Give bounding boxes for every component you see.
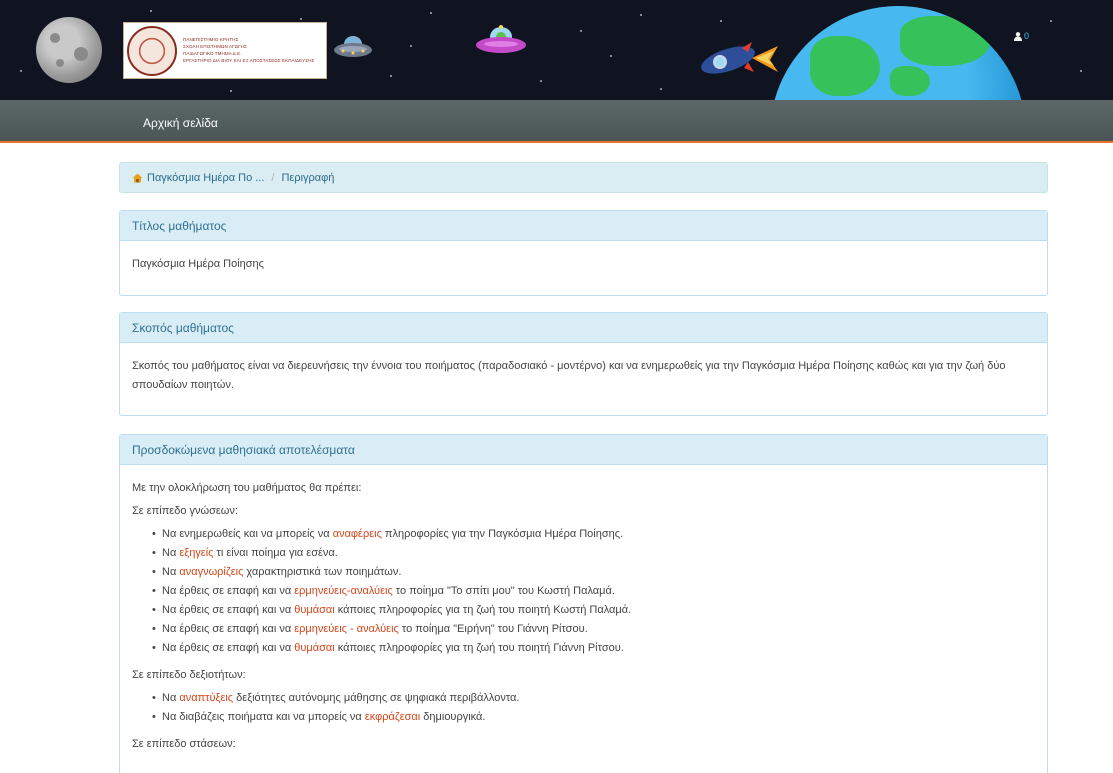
star — [660, 88, 662, 90]
highlighted-verb: ερμηνεύεις-αναλύεις — [294, 585, 393, 597]
panel-body: Παγκόσμια Ημέρα Ποίησης — [120, 241, 1047, 290]
star — [1050, 20, 1052, 22]
list-item-text: Να έρθεις σε επαφή και να — [162, 585, 295, 597]
breadcrumb: Παγκόσμια Ημέρα Πο ... / Περιγραφή — [119, 162, 1048, 193]
list-item: Να αναγνωρίζεις χαρακτηριστικά των ποιημ… — [152, 563, 1035, 582]
star — [410, 45, 412, 47]
breadcrumb-course-link[interactable]: Παγκόσμια Ημέρα Πο ... — [147, 172, 264, 184]
panel-body: Σκοπός του μαθήματος είναι να διερευνήσε… — [120, 343, 1047, 411]
star — [390, 75, 392, 77]
list-item-text: τι είναι ποίημα για εσένα. — [213, 547, 338, 559]
moon-image — [36, 17, 102, 83]
breadcrumb-separator: / — [271, 171, 275, 184]
skills-list: Να αναπτύξεις δεξιότητες αυτόνομης μάθησ… — [152, 689, 1035, 727]
highlighted-verb: αναφέρεις — [332, 528, 382, 540]
list-item: Να έρθεις σε επαφή και να θυμάσαι κάποιε… — [152, 601, 1035, 620]
list-item-text: Να έρθεις σε επαφή και να — [162, 604, 295, 616]
star — [230, 90, 232, 92]
attitudes-label: Σε επίπεδο στάσεων: — [132, 738, 236, 750]
ufo-icon — [334, 36, 372, 57]
star — [150, 10, 152, 12]
star — [20, 70, 22, 72]
list-item-text: το ποίημα "Το σπίτι μου" του Κωστή Παλαμ… — [392, 585, 615, 597]
learning-outcomes-panel: Προσδοκώμενα μαθησιακά αποτελέσματα Με τ… — [119, 434, 1048, 773]
university-logo[interactable]: ΠΑΝΕΠΙΣΤΗΜΙΟ ΚΡΗΤΗΣ ΣΧΟΛΗ ΕΠΙΣΤΗΜΩΝ ΑΓΩΓ… — [123, 22, 327, 79]
star — [430, 12, 432, 14]
list-item: Να ενημερωθείς και να μπορείς να αναφέρε… — [152, 525, 1035, 544]
list-item-text: πληροφορίες για την Παγκόσμια Ημέρα Ποίη… — [381, 528, 624, 540]
list-item-text: το ποίημα "Ειρήνη" του Γιάννη Ρίτσου. — [398, 623, 588, 635]
course-purpose-text: Σκοπός του μαθήματος είναι να διερευνήσε… — [132, 360, 1006, 391]
star — [720, 20, 722, 22]
panel-heading: Σκοπός μαθήματος — [120, 313, 1047, 343]
list-item-text: κάποιες πληροφορίες για τη ζωή του ποιητ… — [334, 642, 624, 654]
main-navbar: Αρχική σελίδα — [0, 100, 1113, 143]
rocket-icon — [701, 42, 778, 74]
logo-text: ΠΑΝΕΠΙΣΤΗΜΙΟ ΚΡΗΤΗΣ ΣΧΟΛΗ ΕΠΙΣΤΗΜΩΝ ΑΓΩΓ… — [183, 37, 315, 63]
list-item-text: Να διαβάζεις ποιήματα και να μπορείς να — [162, 711, 365, 723]
list-item-text: Να έρθεις σε επαφή και να — [162, 642, 295, 654]
knowledge-label: Σε επίπεδο γνώσεων: — [132, 505, 238, 517]
header-banner: ΠΑΝΕΠΙΣΤΗΜΙΟ ΚΡΗΤΗΣ ΣΧΟΛΗ ΕΠΙΣΤΗΜΩΝ ΑΓΩΓ… — [0, 0, 1113, 100]
highlighted-verb: εξηγείς — [179, 547, 214, 559]
home-icon[interactable] — [132, 173, 143, 183]
list-item-text: Να ενημερωθείς και να μπορείς να — [162, 528, 333, 540]
highlighted-verb: εκφράζεσαι — [364, 711, 421, 723]
list-item-text: Να έρθεις σε επαφή και να — [162, 623, 295, 635]
university-seal-icon — [127, 25, 177, 76]
course-title-panel: Τίτλος μαθήματος Παγκόσμια Ημέρα Ποίησης — [119, 210, 1048, 296]
list-item: Να αναπτύξεις δεξιότητες αυτόνομης μάθησ… — [152, 689, 1035, 708]
knowledge-list: Να ενημερωθείς και να μπορείς να αναφέρε… — [152, 525, 1035, 658]
list-item-text: Να — [162, 692, 180, 704]
skills-label: Σε επίπεδο δεξιοτήτων: — [132, 669, 246, 681]
panel-heading: Προσδοκώμενα μαθησιακά αποτελέσματα — [120, 435, 1047, 465]
list-item-text: δεξιότητες αυτόνομης μάθησης σε ψηφιακά … — [233, 692, 520, 704]
outcomes-intro: Με την ολοκλήρωση του μαθήματος θα πρέπε… — [132, 482, 362, 494]
highlighted-verb: θυμάσαι — [294, 642, 335, 654]
user-status[interactable]: 0 — [1014, 31, 1029, 41]
list-item: Να έρθεις σε επαφή και να ερμηνεύεις - α… — [152, 620, 1035, 639]
star — [640, 14, 642, 16]
star — [300, 18, 302, 20]
list-item: Να έρθεις σε επαφή και να θυμάσαι κάποιε… — [152, 639, 1035, 658]
earth-image — [770, 6, 1026, 100]
list-item-text: χαρακτηριστικά των ποιημάτων. — [243, 566, 402, 578]
user-count: 0 — [1024, 31, 1030, 41]
highlighted-verb: αναγνωρίζεις — [179, 566, 244, 578]
highlighted-verb: αναπτύξεις — [179, 692, 234, 704]
star — [610, 55, 612, 57]
list-item: Να έρθεις σε επαφή και να ερμηνεύεις-ανα… — [152, 582, 1035, 601]
course-title-text: Παγκόσμια Ημέρα Ποίησης — [132, 258, 264, 270]
panel-body: Με την ολοκλήρωση του μαθήματος θα πρέπε… — [120, 465, 1047, 770]
list-item-text: δημιουργικά. — [420, 711, 486, 723]
panel-heading: Τίτλος μαθήματος — [120, 211, 1047, 241]
list-item: Να εξηγείς τι είναι ποίημα για εσένα. — [152, 544, 1035, 563]
list-item-text: Να — [162, 566, 180, 578]
nav-home-link[interactable]: Αρχική σελίδα — [143, 116, 218, 130]
breadcrumb-current: Περιγραφή — [281, 171, 335, 184]
highlighted-verb: ερμηνεύεις - αναλύεις — [294, 623, 399, 635]
star — [540, 80, 542, 82]
user-icon — [1014, 31, 1022, 41]
course-purpose-panel: Σκοπός μαθήματος Σκοπός του μαθήματος εί… — [119, 312, 1048, 416]
highlighted-verb: θυμάσαι — [294, 604, 335, 616]
alien-ufo-icon — [476, 25, 526, 53]
list-item-text: Να — [162, 547, 180, 559]
star — [1080, 70, 1082, 72]
star — [580, 30, 582, 32]
list-item: Να διαβάζεις ποιήματα και να μπορείς να … — [152, 708, 1035, 727]
list-item-text: κάποιες πληροφορίες για τη ζωή του ποιητ… — [334, 604, 632, 616]
